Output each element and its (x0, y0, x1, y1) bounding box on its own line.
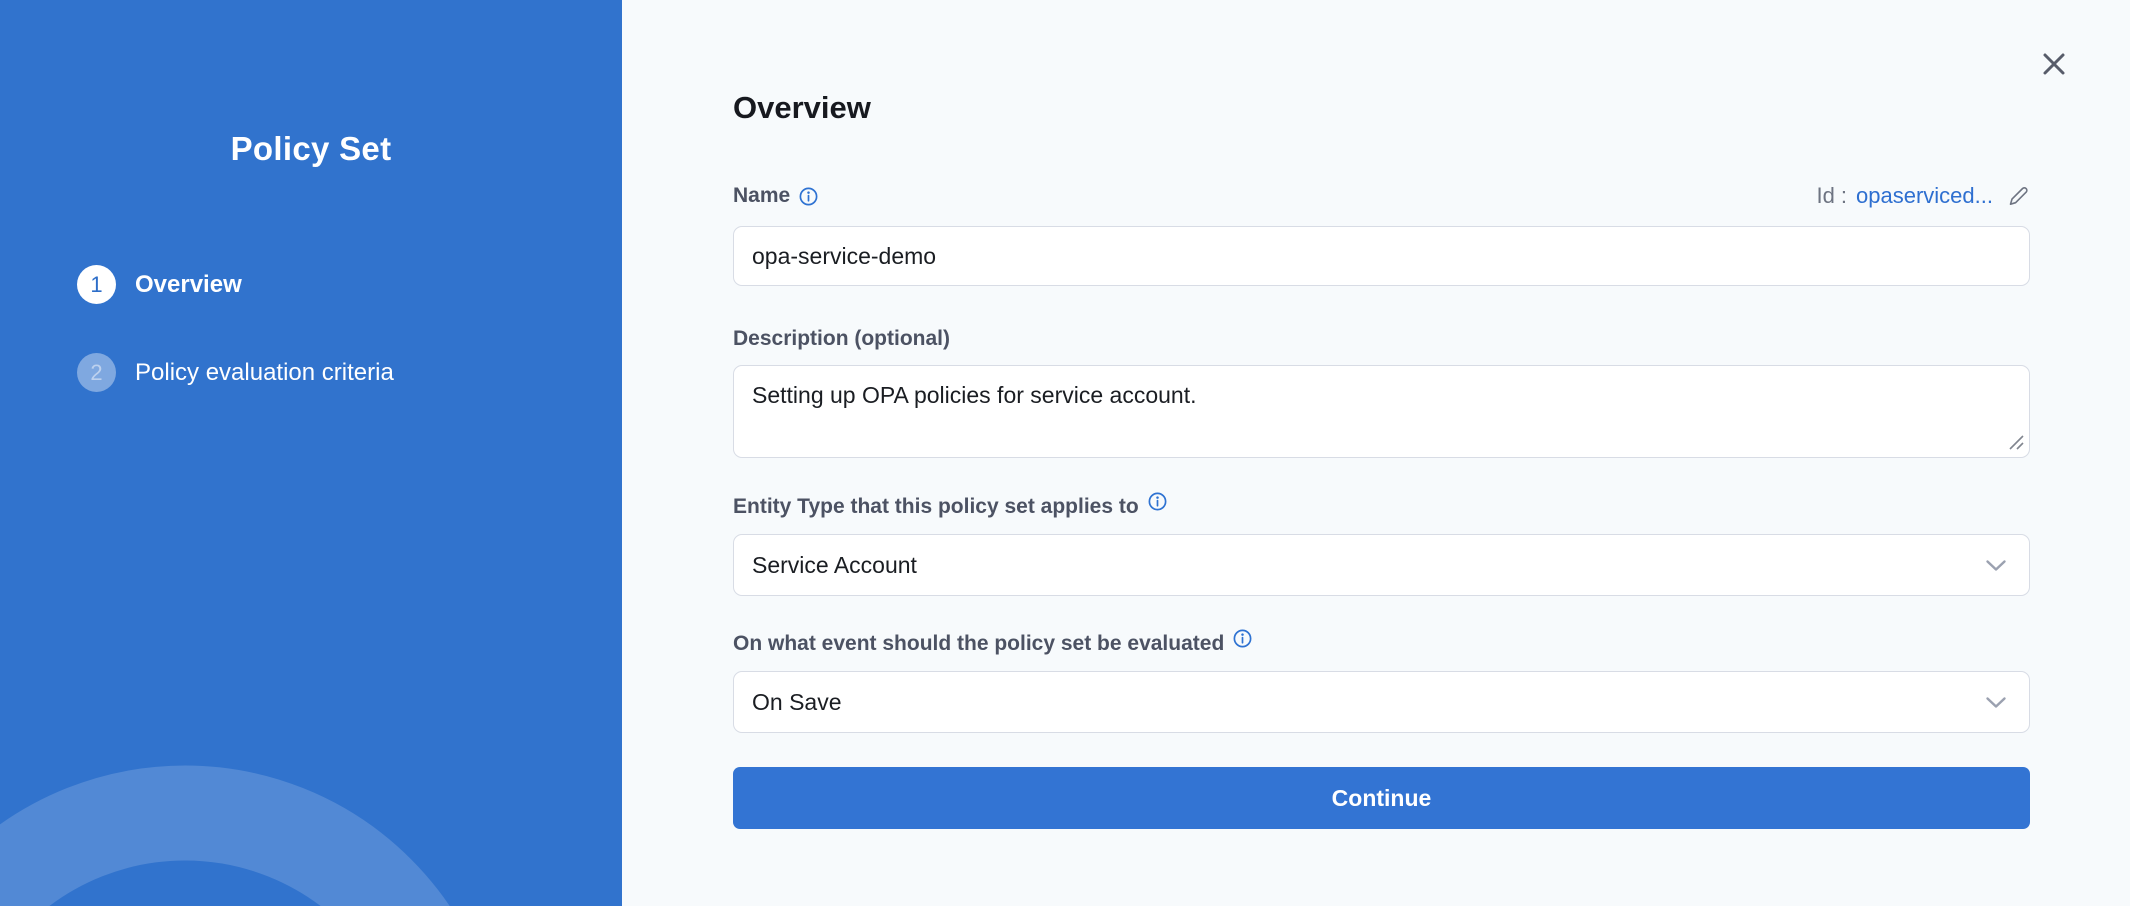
wizard-title: Policy Set (0, 130, 622, 168)
id-row: Id : opaserviced... (1816, 183, 2030, 209)
step-number-badge: 1 (77, 265, 116, 304)
page-title: Overview (733, 90, 2030, 126)
description-textarea[interactable]: Setting up OPA policies for service acco… (733, 365, 2030, 458)
step-label: Policy evaluation criteria (135, 359, 394, 387)
evaluation-event-label-group: On what event should the policy set be e… (733, 632, 2030, 656)
id-prefix-label: Id : (1816, 183, 1847, 209)
close-icon (2041, 51, 2067, 77)
form-content: Overview Name Id : opaserviced... (733, 0, 2030, 829)
chevron-down-icon (1985, 559, 2007, 572)
step-label: Overview (135, 271, 242, 299)
name-label: Name (733, 184, 790, 208)
entity-type-label-group: Entity Type that this policy set applies… (733, 495, 2030, 519)
name-input[interactable] (733, 226, 2030, 286)
step-policy-evaluation-criteria[interactable]: 2 Policy evaluation criteria (0, 353, 622, 392)
info-icon[interactable] (799, 187, 818, 206)
entity-type-label: Entity Type that this policy set applies… (733, 495, 1139, 519)
id-value-link[interactable]: opaserviced... (1856, 183, 1993, 209)
info-icon[interactable] (1233, 629, 1252, 648)
entity-type-select[interactable]: Service Account (733, 534, 2030, 596)
wizard-sidebar: Policy Set 1 Overview 2 Policy evaluatio… (0, 0, 622, 906)
description-label: Description (optional) (733, 327, 950, 351)
close-button[interactable] (2038, 48, 2070, 80)
overview-form-panel: Overview Name Id : opaserviced... (622, 0, 2130, 906)
name-label-group: Name (733, 184, 818, 208)
name-id-row: Name Id : opaserviced... (733, 183, 2030, 209)
continue-button[interactable]: Continue (733, 767, 2030, 829)
evaluation-event-select[interactable]: On Save (733, 671, 2030, 733)
pencil-icon[interactable] (2006, 184, 2030, 208)
evaluation-event-label: On what event should the policy set be e… (733, 632, 1224, 656)
description-textarea-wrap: Setting up OPA policies for service acco… (733, 365, 2030, 458)
wizard-steps: 1 Overview 2 Policy evaluation criteria (0, 265, 622, 392)
description-label-group: Description (optional) (733, 327, 2030, 351)
entity-type-selected-value: Service Account (752, 552, 917, 579)
step-number-badge: 2 (77, 353, 116, 392)
policy-set-wizard: Policy Set 1 Overview 2 Policy evaluatio… (0, 0, 2130, 906)
evaluation-event-selected-value: On Save (752, 689, 842, 716)
info-icon[interactable] (1148, 492, 1167, 511)
chevron-down-icon (1985, 696, 2007, 709)
step-overview[interactable]: 1 Overview (0, 265, 622, 304)
